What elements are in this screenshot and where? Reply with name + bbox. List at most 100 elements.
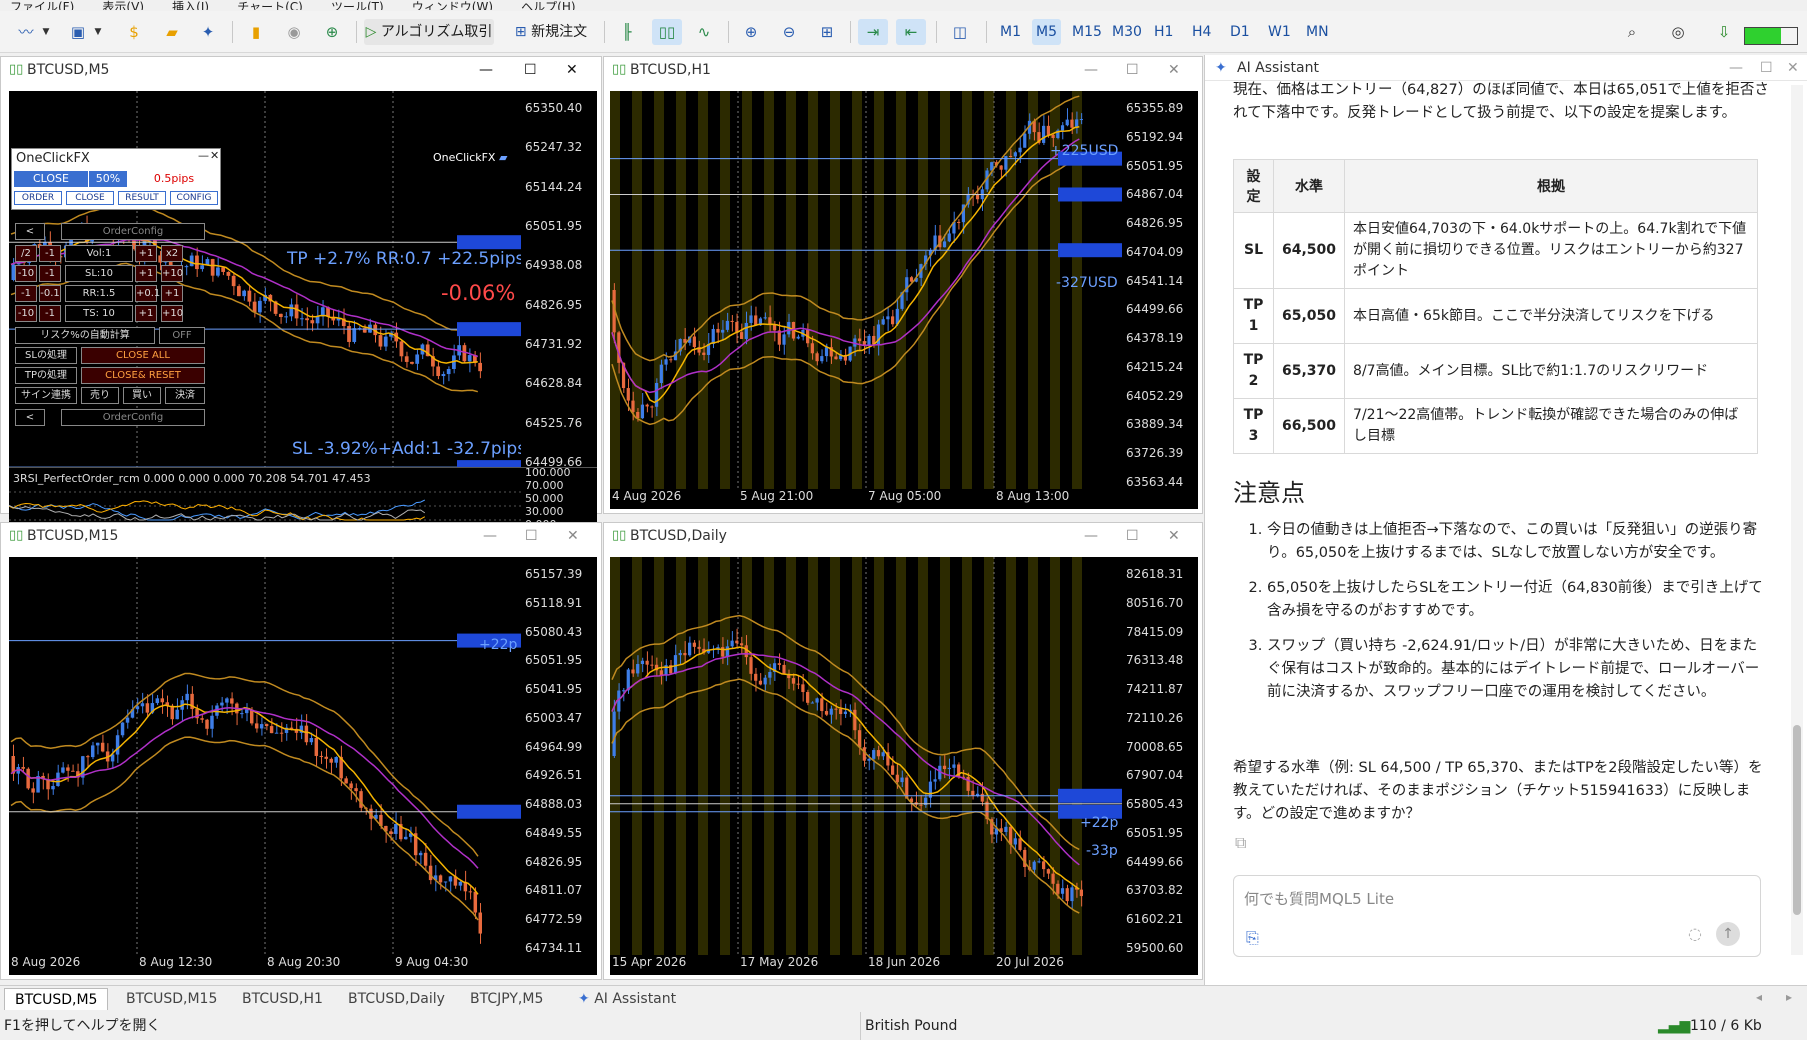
oneclick-step-button[interactable]: +1 (135, 305, 157, 322)
account-icon[interactable]: ◎ (1666, 19, 1690, 45)
menu-tools[interactable]: ツール(T) (331, 0, 384, 10)
search-icon[interactable]: ⌕ (1620, 19, 1644, 45)
sign-link-label[interactable]: サイン連携 (15, 387, 77, 404)
timeframe-h1[interactable]: H1 (1150, 19, 1177, 45)
download-icon[interactable]: ⇩ (1712, 19, 1736, 45)
order-tab[interactable]: ORDER (14, 191, 62, 205)
settle-button[interactable]: 決済 (165, 387, 205, 404)
result-tab[interactable]: RESULT (118, 191, 166, 205)
attach-icon[interactable]: ⎘ (1246, 928, 1259, 948)
oneclick-value[interactable]: Vol:1 (65, 245, 133, 262)
chart-canvas[interactable]: TP +2.7% RR:0.7 +22.5pips -0.06% SL -3.9… (9, 91, 521, 469)
minimize-icon[interactable]: — (483, 523, 497, 549)
tab-btcusd-m5[interactable]: BTCUSD,M5 (4, 988, 109, 1010)
oneclick-step-button[interactable]: +10 (161, 265, 183, 282)
zoom-in-icon[interactable]: ⊕ (738, 19, 764, 45)
chat-input-box[interactable]: 何でも質問MQL5 Lite ⎘ ◌ ↑ (1233, 875, 1761, 957)
close-icon[interactable]: ✕ (1787, 55, 1799, 81)
globe-icon[interactable]: ⊕ (320, 19, 344, 45)
oneclick-step-button[interactable]: /2 (15, 245, 37, 262)
auto-scroll-icon[interactable]: ⇥ (858, 19, 888, 45)
algo-trading-button[interactable]: ▷ アルゴリズム取引 (364, 19, 494, 45)
grid-icon[interactable]: ⊞ (814, 19, 840, 45)
config-tab[interactable]: CONFIG (170, 191, 218, 205)
oneclick-step-button[interactable]: +10 (161, 305, 183, 322)
auto-risk-label[interactable]: リスク%の自動計算 (15, 327, 155, 344)
scrollbar[interactable] (1791, 85, 1803, 955)
tab-scroll-right-icon[interactable]: ▸ (1786, 990, 1792, 1004)
line-chart-icon[interactable]: ∿ (690, 19, 718, 45)
oneclick-step-button[interactable]: x2 (161, 245, 183, 262)
chart-type-icon[interactable]: 〰 (14, 19, 38, 45)
tab-btcusd-daily[interactable]: BTCUSD,Daily (338, 988, 455, 1010)
bar-chart-icon[interactable]: ╟ (614, 19, 640, 45)
indicator-icon[interactable]: ▣ (66, 19, 90, 45)
tab-ai-assistant[interactable]: ✦ AI Assistant (568, 988, 686, 1010)
oneclick-step-button[interactable]: +1 (135, 245, 157, 262)
oneclick-step-button[interactable]: -0.1 (39, 285, 61, 302)
candle-chart-icon[interactable]: ▯▯ (652, 19, 682, 45)
close-icon[interactable]: ✕ (566, 57, 578, 83)
new-order-button[interactable]: ⊞ 新規注文 (505, 19, 597, 45)
close-tab[interactable]: CLOSE (66, 191, 114, 205)
oneclick-value[interactable]: SL:10 (65, 265, 133, 282)
close-button[interactable]: CLOSE (14, 171, 88, 187)
prev-button[interactable]: < (15, 409, 45, 426)
tp-handle-label[interactable]: TPの処理 (15, 367, 77, 384)
maximize-icon[interactable]: ☐ (524, 57, 537, 83)
chevron-down-icon[interactable]: ▼ (92, 19, 104, 45)
menu-chart[interactable]: チャート(C) (237, 0, 303, 10)
maximize-icon[interactable]: ☐ (525, 523, 538, 549)
prev-button[interactable]: < (15, 223, 45, 240)
zoom-out-icon[interactable]: ⊖ (776, 19, 802, 45)
minimize-icon[interactable]: — (198, 149, 209, 162)
oneclick-step-button[interactable]: -10 (15, 305, 37, 322)
oneclick-step-button[interactable]: +1 (161, 285, 183, 302)
order-config-label[interactable]: OrderConfig (61, 223, 205, 240)
minimize-icon[interactable]: — (1729, 55, 1743, 81)
sparkle-icon[interactable]: ✦ (196, 19, 220, 45)
tab-btcjpy-m5[interactable]: BTCJPY,M5 (460, 988, 553, 1010)
minimize-icon[interactable]: — (1084, 523, 1098, 549)
oneclick-value[interactable]: RR:1.5 (65, 285, 133, 302)
close-icon[interactable]: ✕ (1168, 57, 1180, 83)
oneclick-step-button[interactable]: -1 (39, 245, 61, 262)
minimize-icon[interactable]: — (1084, 57, 1098, 83)
chart-canvas[interactable]: +225USD -327USD (610, 91, 1122, 489)
sl-handle-label[interactable]: SLの処理 (15, 347, 77, 364)
menu-window[interactable]: ウィンドウ(W) (412, 0, 493, 10)
timeframe-d1[interactable]: D1 (1226, 19, 1254, 45)
oneclick-step-button[interactable]: -1 (15, 285, 37, 302)
close-icon[interactable]: ✕ (210, 149, 219, 162)
oneclick-step-button[interactable]: -1 (39, 305, 61, 322)
menu-view[interactable]: 表示(V) (102, 0, 144, 10)
oneclick-step-button[interactable]: -10 (15, 265, 37, 282)
buy-button[interactable]: 買い (123, 387, 161, 404)
copy-icon[interactable]: ⧉ (1235, 833, 1246, 853)
close-reset-button[interactable]: CLOSE& RESET (81, 367, 205, 384)
close-icon[interactable]: ✕ (1168, 523, 1180, 549)
tab-scroll-left-icon[interactable]: ◂ (1756, 990, 1762, 1004)
timeframe-m30[interactable]: M30 (1108, 19, 1146, 45)
tab-btcusd-m15[interactable]: BTCUSD,M15 (116, 988, 227, 1010)
signal-icon[interactable]: ◉ (282, 19, 306, 45)
oneclick-step-button[interactable]: -1 (39, 265, 61, 282)
chevron-down-icon[interactable]: ▼ (40, 19, 52, 45)
screenshot-icon[interactable]: ◫ (946, 19, 974, 45)
chart-canvas[interactable]: +22p (9, 557, 521, 955)
timeframe-m15[interactable]: M15 (1068, 19, 1106, 45)
maximize-icon[interactable]: ☐ (1126, 523, 1139, 549)
oneclick-step-button[interactable]: +0.1 (135, 285, 160, 302)
dollar-icon[interactable]: $ (122, 19, 146, 45)
tab-btcusd-h1[interactable]: BTCUSD,H1 (232, 988, 333, 1010)
timeframe-w1[interactable]: W1 (1264, 19, 1295, 45)
timeframe-mn[interactable]: MN (1302, 19, 1333, 45)
auto-risk-toggle[interactable]: OFF (159, 327, 205, 344)
close-all-button[interactable]: CLOSE ALL (81, 347, 205, 364)
bag-icon[interactable]: ▮ (244, 19, 268, 45)
close-icon[interactable]: ✕ (567, 523, 579, 549)
minimize-icon[interactable]: — (479, 57, 493, 83)
maximize-icon[interactable]: ☐ (1126, 57, 1139, 83)
timeframe-m5[interactable]: M5 (1032, 19, 1061, 45)
oneclick-step-button[interactable]: +1 (135, 265, 157, 282)
